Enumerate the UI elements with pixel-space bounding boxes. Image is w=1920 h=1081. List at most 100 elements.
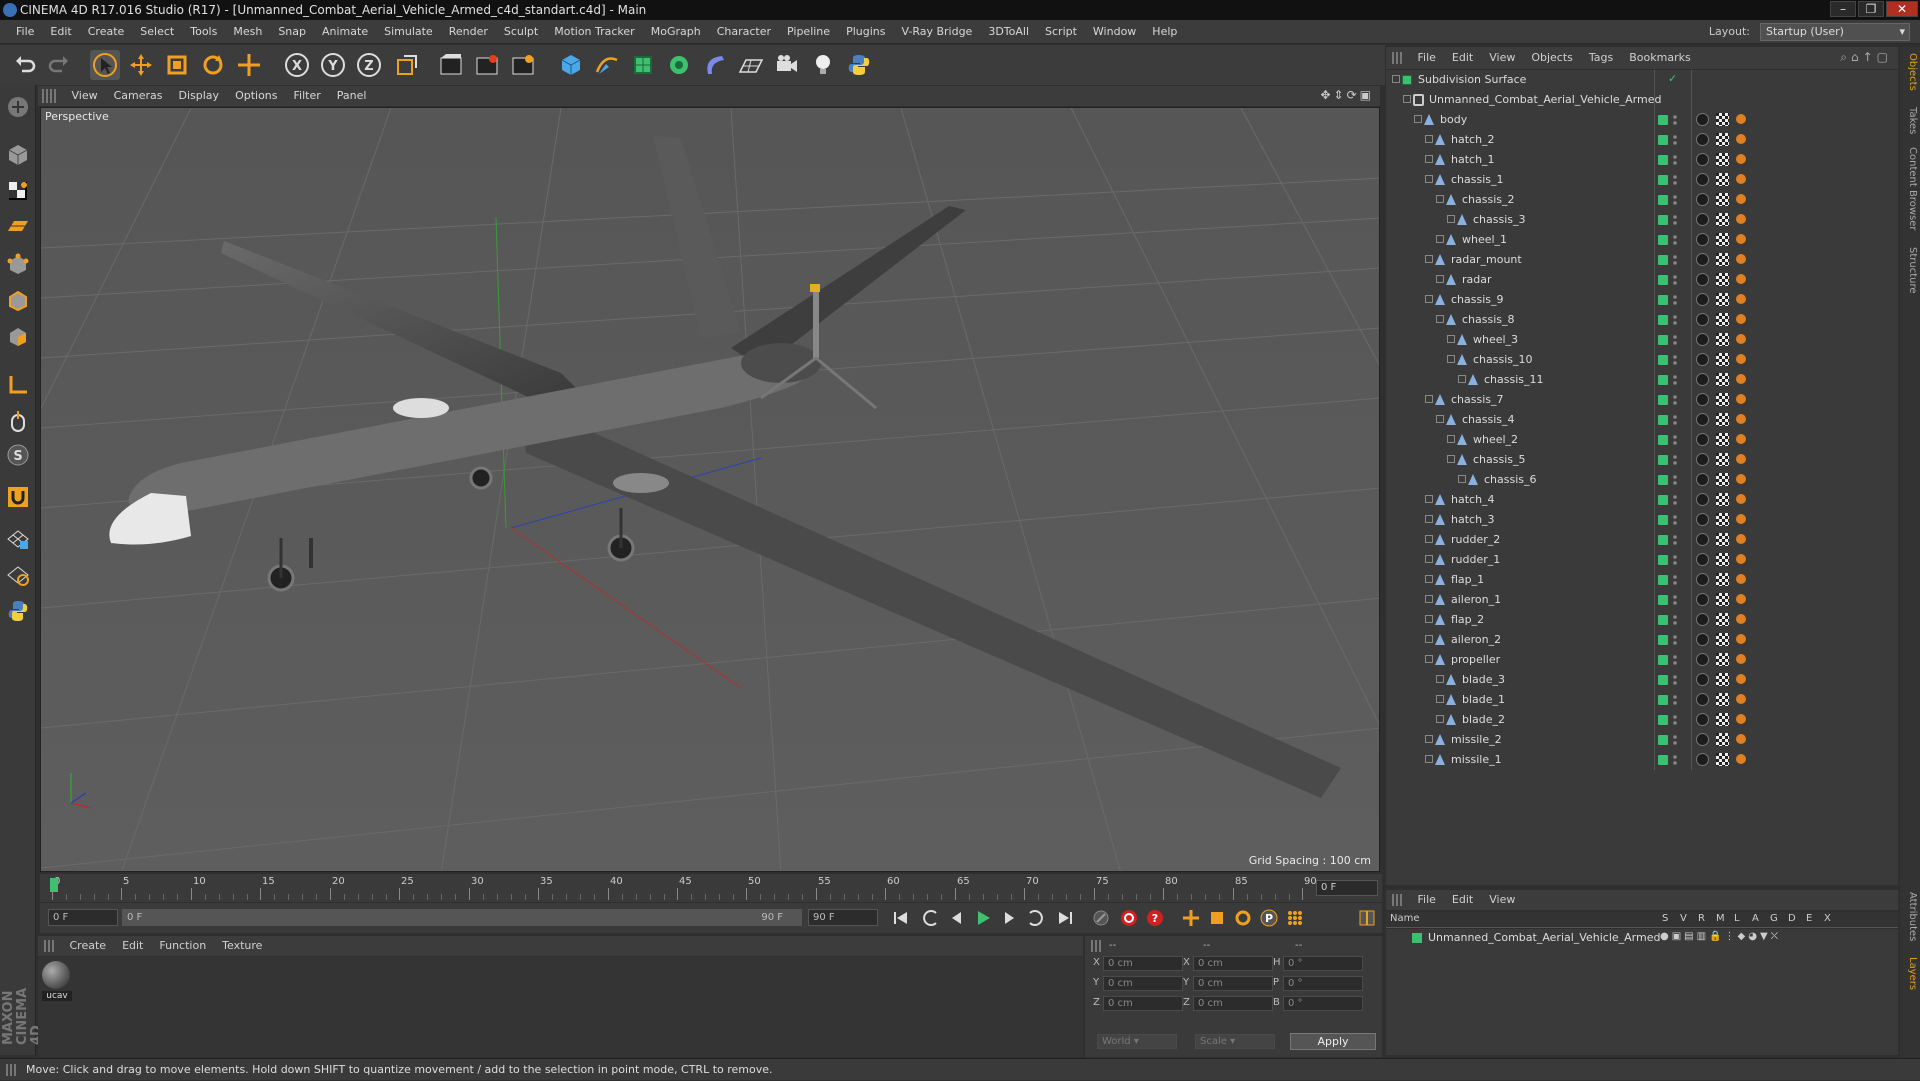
expand-toggle-icon[interactable]	[1436, 675, 1444, 683]
x-axis-lock-button[interactable]: X	[282, 50, 312, 80]
phong-tag-icon[interactable]	[1736, 654, 1746, 664]
phong-tag-icon[interactable]	[1736, 754, 1746, 764]
object-tree-row[interactable]: blade_1	[1386, 690, 1898, 710]
workplane-mode-button[interactable]	[4, 213, 32, 241]
texture-tag-icon[interactable]	[1716, 173, 1729, 186]
expand-toggle-icon[interactable]	[1447, 355, 1455, 363]
visibility-dots-icon[interactable]	[1673, 194, 1677, 206]
undo-button[interactable]	[10, 50, 40, 80]
expand-toggle-icon[interactable]	[1425, 595, 1433, 603]
layer-color-swatch[interactable]	[1658, 535, 1668, 545]
layer-color-swatch[interactable]	[1658, 755, 1668, 765]
material-tag-icon[interactable]	[1696, 333, 1709, 346]
texture-tag-icon[interactable]	[1716, 213, 1729, 226]
material-tag-icon[interactable]	[1696, 533, 1709, 546]
render-view-button[interactable]	[436, 50, 466, 80]
material-tag-icon[interactable]	[1696, 193, 1709, 206]
record-keys-off-button[interactable]	[1090, 907, 1112, 929]
menu-help[interactable]: Help	[1144, 20, 1185, 44]
object-tree-row[interactable]: chassis_1	[1386, 170, 1898, 190]
polygons-mode-button[interactable]	[4, 323, 32, 351]
coord-value-field[interactable]: 0 cm	[1103, 956, 1183, 971]
phong-tag-icon[interactable]	[1736, 714, 1746, 724]
texture-tag-icon[interactable]	[1716, 153, 1729, 166]
phong-tag-icon[interactable]	[1736, 174, 1746, 184]
layer-color-swatch[interactable]	[1658, 435, 1668, 445]
phong-tag-icon[interactable]	[1736, 414, 1746, 424]
layer-color-swatch[interactable]	[1658, 455, 1668, 465]
object-tree-row[interactable]: body	[1386, 110, 1898, 130]
material-swatch[interactable]: ucav	[42, 961, 72, 1005]
render-to-picture-viewer-button[interactable]	[472, 50, 502, 80]
layer-color-swatch[interactable]	[1658, 395, 1668, 405]
object-tree-row[interactable]: flap_2	[1386, 610, 1898, 630]
object-tree-row[interactable]: wheel_1	[1386, 230, 1898, 250]
python-button[interactable]	[844, 50, 874, 80]
expand-toggle-icon[interactable]	[1436, 315, 1444, 323]
visibility-dots-icon[interactable]	[1673, 694, 1677, 706]
object-tree-row[interactable]: rudder_2	[1386, 530, 1898, 550]
coord-value-field[interactable]: 0 °	[1283, 996, 1363, 1011]
visibility-dots-icon[interactable]	[1673, 734, 1677, 746]
visibility-dots-icon[interactable]	[1673, 114, 1677, 126]
visibility-dots-icon[interactable]	[1673, 134, 1677, 146]
texture-tag-icon[interactable]	[1716, 253, 1729, 266]
visibility-dots-icon[interactable]	[1673, 334, 1677, 346]
phong-tag-icon[interactable]	[1736, 554, 1746, 564]
visibility-dots-icon[interactable]	[1673, 554, 1677, 566]
expand-toggle-icon[interactable]	[1425, 515, 1433, 523]
expand-toggle-icon[interactable]	[1458, 375, 1466, 383]
phong-tag-icon[interactable]	[1736, 154, 1746, 164]
visibility-dots-icon[interactable]	[1673, 534, 1677, 546]
object-tree-row[interactable]: blade_3	[1386, 670, 1898, 690]
menu-motion-tracker[interactable]: Motion Tracker	[546, 20, 642, 44]
coord-value-field[interactable]: 0 cm	[1193, 996, 1273, 1011]
expand-toggle-icon[interactable]	[1436, 415, 1444, 423]
layer-color-swatch[interactable]	[1658, 715, 1668, 725]
viewport-nav-icons[interactable]: ✥⇕⟳▣	[1320, 88, 1374, 102]
material-tag-icon[interactable]	[1696, 433, 1709, 446]
object-tree-row[interactable]: aileron_1	[1386, 590, 1898, 610]
material-tag-icon[interactable]	[1696, 733, 1709, 746]
object-tree-row[interactable]: hatch_4	[1386, 490, 1898, 510]
menu-v-ray-bridge[interactable]: V-Ray Bridge	[893, 20, 980, 44]
material-tag-icon[interactable]	[1696, 453, 1709, 466]
phong-tag-icon[interactable]	[1736, 474, 1746, 484]
visibility-dots-icon[interactable]	[1673, 274, 1677, 286]
z-axis-lock-button[interactable]: Z	[354, 50, 384, 80]
current-frame-field[interactable]: 0 F	[1316, 880, 1378, 896]
model-mode-button[interactable]	[4, 141, 32, 169]
material-tag-icon[interactable]	[1696, 473, 1709, 486]
expand-toggle-icon[interactable]	[1447, 435, 1455, 443]
visibility-dots-icon[interactable]	[1673, 674, 1677, 686]
expand-toggle-icon[interactable]	[1447, 215, 1455, 223]
layer-color-swatch[interactable]	[1658, 415, 1668, 425]
phong-tag-icon[interactable]	[1736, 274, 1746, 284]
viewport-camera-label[interactable]: Perspective	[45, 110, 109, 123]
texture-tag-icon[interactable]	[1716, 473, 1729, 486]
layer-color-swatch[interactable]	[1658, 275, 1668, 285]
playhead-marker[interactable]	[50, 878, 58, 892]
phong-tag-icon[interactable]	[1736, 354, 1746, 364]
visibility-dots-icon[interactable]	[1673, 314, 1677, 326]
menu-mesh[interactable]: Mesh	[225, 20, 270, 44]
column-header[interactable]: G	[1770, 913, 1778, 924]
phong-tag-icon[interactable]	[1736, 234, 1746, 244]
tab-attributes[interactable]: Attributes	[1902, 892, 1918, 941]
material-tag-icon[interactable]	[1696, 413, 1709, 426]
texture-tag-icon[interactable]	[1716, 273, 1729, 286]
expand-toggle-icon[interactable]	[1425, 555, 1433, 563]
layer-color-swatch[interactable]	[1658, 495, 1668, 505]
visibility-dots-icon[interactable]	[1673, 254, 1677, 266]
column-header[interactable]: X	[1824, 913, 1831, 924]
material-tag-icon[interactable]	[1696, 273, 1709, 286]
object-tree-row[interactable]: chassis_4	[1386, 410, 1898, 430]
coord-value-field[interactable]: 0 cm	[1193, 976, 1273, 991]
material-tag-icon[interactable]	[1696, 253, 1709, 266]
visibility-dots-icon[interactable]	[1673, 754, 1677, 766]
scale-tool-button[interactable]	[162, 50, 192, 80]
layout-dropdown[interactable]: Startup (User) ▾	[1760, 23, 1910, 41]
object-tree-row[interactable]: radar	[1386, 270, 1898, 290]
menu-render[interactable]: Render	[441, 20, 496, 44]
texture-tag-icon[interactable]	[1716, 593, 1729, 606]
